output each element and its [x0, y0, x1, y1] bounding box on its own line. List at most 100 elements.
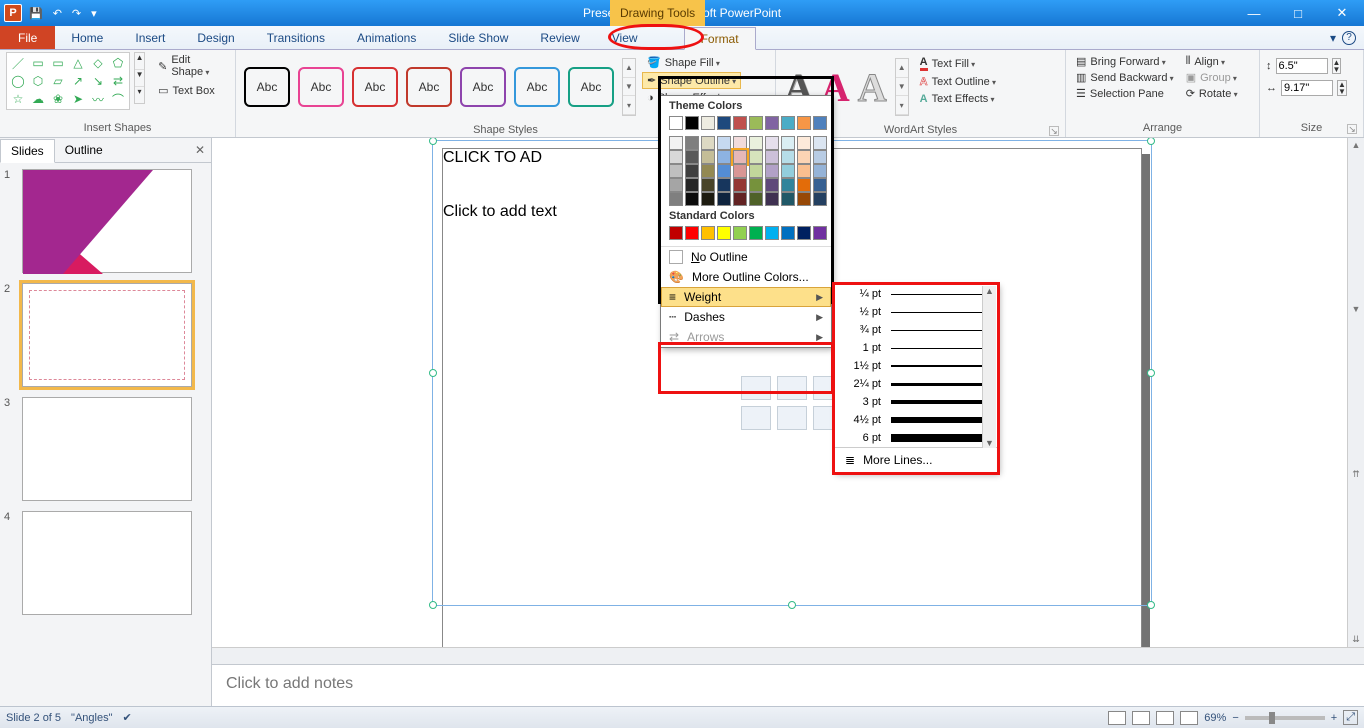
selection-pane-button[interactable]: ☰Selection Pane [1072, 86, 1178, 101]
color-swatch[interactable] [797, 178, 811, 192]
color-swatch[interactable] [781, 116, 795, 130]
color-swatch[interactable] [765, 136, 779, 150]
maximize-button[interactable]: □ [1276, 0, 1320, 26]
color-swatch[interactable] [701, 150, 715, 164]
dashes-item[interactable]: ┄Dashes▶ [661, 307, 831, 327]
style-swatch[interactable]: Abc [514, 67, 560, 107]
color-swatch[interactable] [765, 164, 779, 178]
color-swatch[interactable] [717, 136, 731, 150]
weight-option[interactable]: 1 pt [835, 339, 997, 357]
tab-slideshow[interactable]: Slide Show [432, 26, 524, 49]
height-input[interactable] [1276, 58, 1328, 74]
vertical-scrollbar[interactable]: ▲▼⇈⇊ [1347, 138, 1364, 647]
color-swatch[interactable] [749, 136, 763, 150]
spinner-icon[interactable]: ▲▼ [1337, 80, 1347, 96]
color-swatch[interactable] [685, 150, 699, 164]
color-swatch[interactable] [733, 136, 747, 150]
horizontal-scrollbar[interactable] [212, 647, 1364, 664]
color-swatch[interactable] [685, 226, 699, 240]
color-swatch[interactable] [701, 226, 715, 240]
shape-fill-button[interactable]: 🪣Shape Fill [642, 54, 741, 71]
color-swatch[interactable] [781, 136, 795, 150]
tab-design[interactable]: Design [181, 26, 250, 49]
wordart-gallery-more[interactable]: ▲▼▾ [895, 58, 909, 116]
color-swatch[interactable] [749, 178, 763, 192]
tab-format[interactable]: Format [684, 27, 756, 50]
style-swatch[interactable]: Abc [460, 67, 506, 107]
spinner-icon[interactable]: ▲▼ [1332, 58, 1342, 74]
gallery-more-icon[interactable]: ▾ [135, 87, 144, 103]
save-icon[interactable]: 💾 [26, 7, 46, 20]
zoom-out-button[interactable]: − [1232, 712, 1238, 724]
styles-gallery-more[interactable]: ▲▼▾ [622, 58, 636, 116]
color-swatch[interactable] [781, 178, 795, 192]
color-swatch[interactable] [765, 116, 779, 130]
color-swatch[interactable] [685, 136, 699, 150]
color-swatch[interactable] [701, 178, 715, 192]
panel-close-icon[interactable]: ✕ [189, 143, 211, 157]
color-swatch[interactable] [765, 192, 779, 206]
powerpoint-app-icon[interactable]: P [4, 4, 22, 22]
more-colors-item[interactable]: 🎨More Outline Colors... [661, 267, 831, 287]
style-swatch[interactable]: Abc [352, 67, 398, 107]
color-swatch[interactable] [781, 226, 795, 240]
weight-option[interactable]: ¾ pt [835, 321, 997, 339]
tab-transitions[interactable]: Transitions [251, 26, 341, 49]
color-swatch[interactable] [797, 150, 811, 164]
qat-customize-icon[interactable]: ▾ [88, 7, 100, 20]
color-swatch[interactable] [733, 116, 747, 130]
color-swatch[interactable] [717, 178, 731, 192]
undo-icon[interactable]: ↶ [50, 7, 65, 20]
minimize-button[interactable]: — [1232, 0, 1276, 26]
color-swatch[interactable] [717, 116, 731, 130]
color-swatch[interactable] [701, 136, 715, 150]
color-swatch[interactable] [669, 226, 683, 240]
tab-home[interactable]: Home [55, 26, 119, 49]
color-swatch[interactable] [797, 136, 811, 150]
view-reading-button[interactable] [1156, 711, 1174, 725]
weight-scrollbar[interactable]: ▲▼ [982, 286, 996, 448]
no-outline-item[interactable]: No Outline [661, 247, 831, 267]
text-box-button[interactable]: ▭Text Box [153, 82, 229, 99]
color-swatch[interactable] [765, 226, 779, 240]
text-outline-button[interactable]: AText Outline [915, 74, 1001, 90]
color-swatch[interactable] [797, 116, 811, 130]
more-lines-item[interactable]: ≣More Lines... [835, 447, 997, 472]
weight-item[interactable]: ≡Weight▶ [661, 287, 831, 307]
color-swatch[interactable] [733, 164, 747, 178]
wordart-swatch[interactable]: A [858, 64, 887, 111]
zoom-in-button[interactable]: + [1331, 712, 1337, 724]
color-swatch[interactable] [701, 164, 715, 178]
gallery-scroll-up-icon[interactable]: ▲ [135, 53, 144, 70]
width-input[interactable] [1281, 80, 1333, 96]
style-swatch[interactable]: Abc [298, 67, 344, 107]
color-swatch[interactable] [813, 178, 827, 192]
fit-to-window-button[interactable]: ⤢ [1343, 710, 1358, 725]
view-normal-button[interactable] [1108, 711, 1126, 725]
tab-review[interactable]: Review [524, 26, 595, 49]
weight-option[interactable]: ½ pt [835, 303, 997, 321]
color-swatch[interactable] [765, 178, 779, 192]
group-button[interactable]: ▣Group [1182, 70, 1242, 85]
color-swatch[interactable] [717, 164, 731, 178]
tab-view[interactable]: View [596, 26, 654, 49]
shapes-gallery[interactable]: ／▭▭△◇⬠ ◯⬡▱↗↘⇄ ☆☁❀➤〰⌒ [6, 52, 130, 110]
spellcheck-icon[interactable]: ✔ [123, 711, 132, 724]
color-swatch[interactable] [749, 226, 763, 240]
color-swatch[interactable] [669, 136, 683, 150]
color-swatch[interactable] [669, 150, 683, 164]
color-swatch[interactable] [701, 116, 715, 130]
color-swatch[interactable] [749, 116, 763, 130]
color-swatch[interactable] [765, 150, 779, 164]
color-swatch[interactable] [717, 226, 731, 240]
slide-thumbnail[interactable] [22, 511, 192, 615]
color-swatch[interactable] [813, 150, 827, 164]
thumbnails-list[interactable]: 1 2 3 4 [0, 163, 211, 706]
style-swatch[interactable]: Abc [244, 67, 290, 107]
color-swatch[interactable] [781, 192, 795, 206]
color-swatch[interactable] [749, 164, 763, 178]
color-swatch[interactable] [797, 226, 811, 240]
weight-option[interactable]: ¼ pt [835, 285, 997, 303]
shape-outline-button[interactable]: ✒Shape Outline [642, 72, 741, 89]
color-swatch[interactable] [781, 164, 795, 178]
